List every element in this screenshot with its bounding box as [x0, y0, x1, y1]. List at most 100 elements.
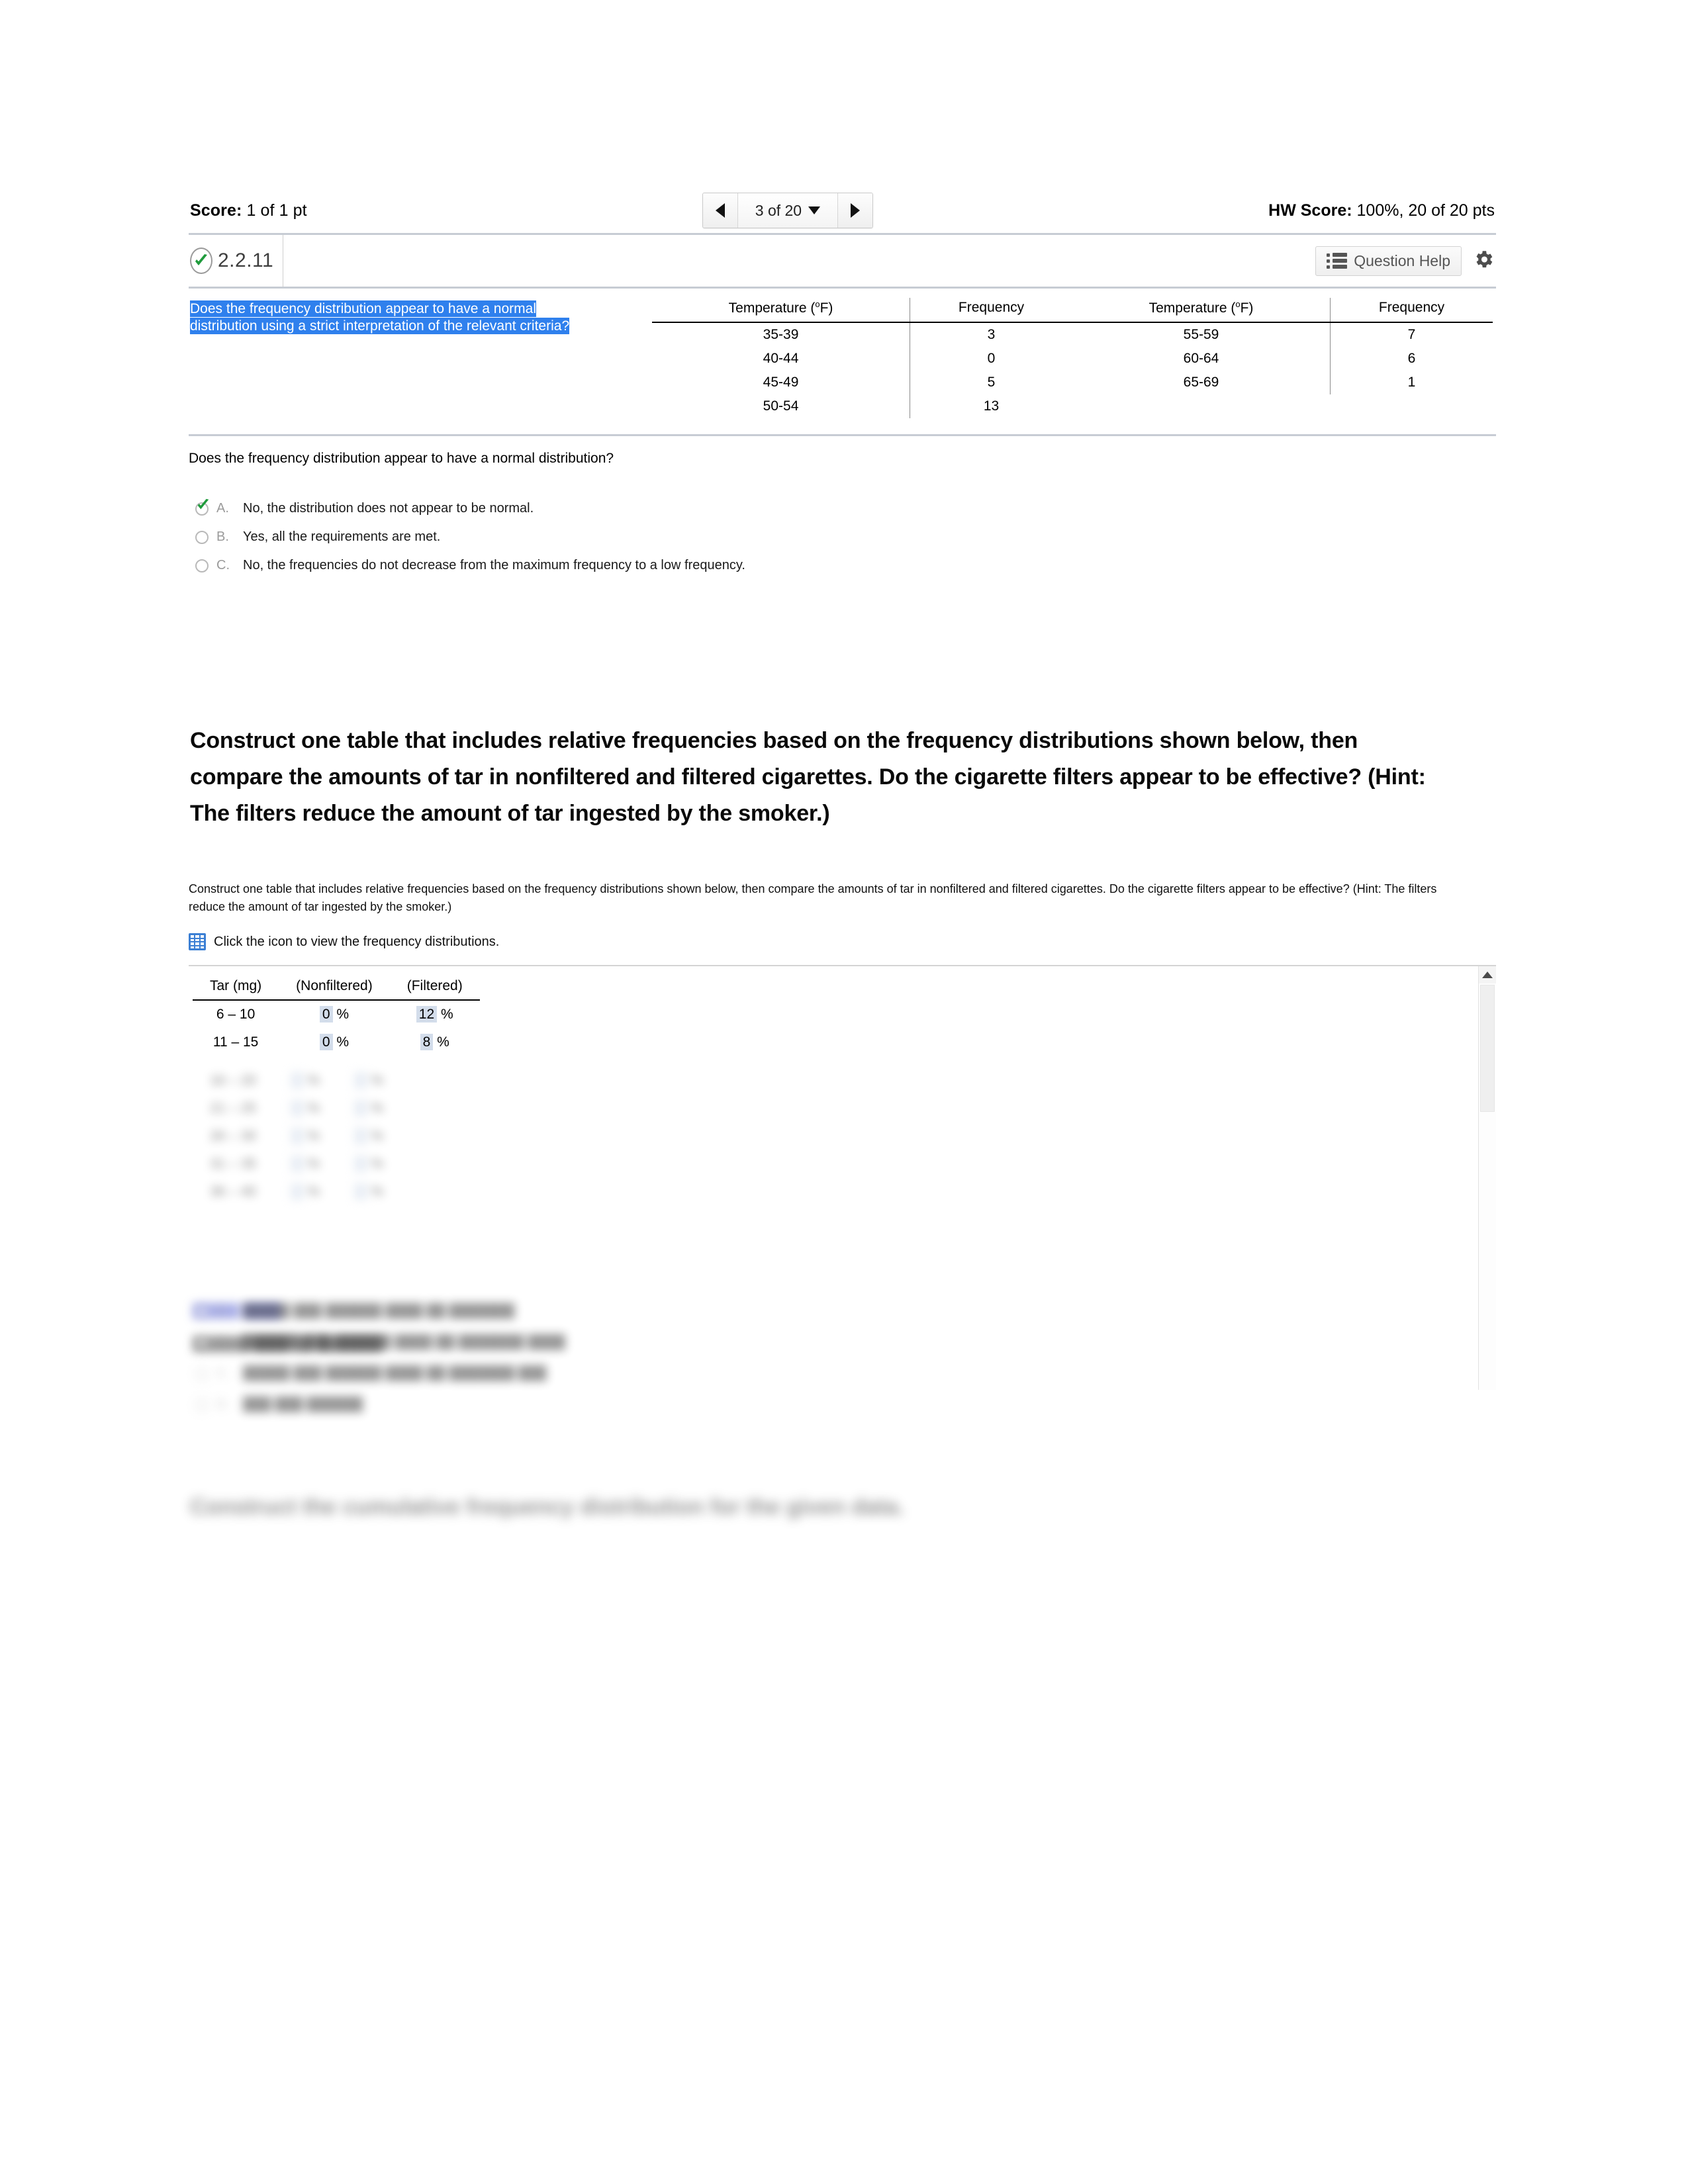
table-row: 40-44 0 60-64 6	[652, 347, 1493, 371]
view-distributions-link[interactable]: Click the icon to view the frequency dis…	[189, 916, 1496, 950]
question-pager[interactable]: 3 of 20	[702, 193, 874, 228]
question-header-actions: Question Help	[1315, 246, 1496, 276]
question-header: 2.2.11 Question Help	[189, 233, 1496, 289]
choice-text-c: No, the frequencies do not decrease from…	[243, 558, 745, 572]
hw-score-label: HW Score:	[1268, 201, 1352, 220]
triangle-right-icon	[851, 203, 861, 218]
radio-button-a[interactable]	[195, 498, 209, 516]
cell-tar-range: 11 – 15	[212, 1034, 259, 1050]
score-display: Score: 1 of 1 pt	[190, 201, 307, 220]
question-help-label: Question Help	[1354, 251, 1450, 269]
score-label: Score:	[190, 201, 242, 220]
cell-nonfiltered: 0 %	[279, 1028, 390, 1056]
cell-frequency-1: 3	[910, 322, 1072, 347]
triangle-left-icon	[715, 203, 725, 218]
gear-icon[interactable]	[1472, 248, 1495, 274]
table-grid-icon[interactable]	[189, 933, 206, 950]
table-header-row: Temperature (oF) Frequency Temperature (…	[652, 298, 1493, 323]
table-row: 35-39 3 55-59 7	[652, 322, 1493, 347]
question-help-button[interactable]: Question Help	[1315, 246, 1462, 276]
cell-temperature-1: 50-54	[763, 398, 799, 414]
question-number-cell: 2.2.11	[189, 235, 284, 287]
choice-letter-c: C.	[216, 558, 230, 572]
answer-choice-a[interactable]: A. No, the distribution does not appear …	[189, 494, 1496, 523]
cell-temperature-2: 65-69	[1183, 375, 1219, 390]
col-header-frequency-2: Frequency	[1330, 298, 1493, 323]
cell-temperature-1: 35-39	[763, 327, 799, 342]
cell-nonfiltered: 0 %	[279, 1000, 390, 1028]
table-row: 50-54 13	[652, 394, 1493, 418]
col-header-tar: Tar (mg)	[193, 977, 279, 1001]
obscured-bottom-heading: Construct the cumulative frequency distr…	[190, 1494, 904, 1520]
cell-frequency-1: 5	[910, 371, 1072, 394]
prev-question-button[interactable]	[702, 193, 738, 228]
cell-frequency-2: 7	[1330, 322, 1493, 347]
col-header-filtered: (Filtered)	[389, 977, 480, 1001]
choice-letter-b: B.	[216, 529, 229, 544]
cell-temperature-2: 55-59	[1183, 327, 1219, 342]
cell-frequency-2: 1	[1330, 371, 1493, 394]
section-heading: Construct one table that includes relati…	[190, 728, 1426, 827]
answer-input-nonfiltered-2[interactable]: 0	[319, 1034, 333, 1050]
cell-frequency-2	[1331, 394, 1493, 418]
question-position-label: 3 of 20	[755, 201, 802, 219]
col-header-temperature-2: Temperature (oF)	[1072, 298, 1331, 323]
next-question-button[interactable]	[837, 193, 873, 228]
table-header-row: Tar (mg) (Nonfiltered) (Filtered)	[193, 977, 480, 1001]
scroll-up-arrow-icon[interactable]	[1479, 966, 1496, 983]
page-root: Score: 1 of 1 pt 3 of 20 HW Score: 100%,…	[0, 0, 1688, 2184]
col-header-temperature-1: Temperature (oF)	[652, 298, 910, 323]
obscured-answer-choices: A. █████ ███ ██████ ████ ██ ███████ B. ███…	[189, 1296, 1115, 1420]
cell-filtered: 8 %	[390, 1028, 480, 1056]
caret-down-icon	[808, 206, 821, 214]
question-1-block: Score: 1 of 1 pt 3 of 20 HW Score: 100%,…	[189, 192, 1496, 580]
radio-button-b[interactable]	[195, 531, 209, 544]
list-icon	[1327, 253, 1348, 269]
answer-choice-c[interactable]: C. No, the frequencies do not decrease f…	[189, 551, 1496, 580]
score-value: 1 of 1 pt	[246, 201, 307, 220]
temperature-frequency-table: Temperature (oF) Frequency Temperature (…	[652, 298, 1493, 418]
col-header-nonfiltered: (Nonfiltered)	[279, 977, 390, 1001]
table-row: 6 – 10 0 % 12 %	[193, 1000, 480, 1028]
percent-sign: %	[437, 1034, 449, 1050]
col-header-frequency-1: Frequency	[910, 298, 1072, 323]
percent-sign: %	[336, 1034, 350, 1050]
cell-tar-range: 6 – 10	[216, 1007, 256, 1022]
choice-text-b: Yes, all the requirements are met.	[243, 529, 441, 544]
scrollbar-thumb[interactable]	[1480, 985, 1495, 1112]
answer-input-filtered-2[interactable]: 8	[420, 1034, 434, 1050]
table-row: 11 – 15 0 % 8 %	[193, 1028, 480, 1056]
cell-frequency-1: 13	[910, 394, 1072, 418]
answer-choice-b[interactable]: B. Yes, all the requirements are met.	[189, 523, 1496, 551]
cell-temperature-2	[1072, 394, 1331, 418]
hw-score-display: HW Score: 100%, 20 of 20 pts	[1268, 201, 1495, 220]
question-body: Does the frequency distribution appear t…	[189, 289, 1496, 429]
answer-choice-list: A. No, the distribution does not appear …	[189, 467, 1496, 580]
table-row: 45-49 5 65-69 1	[652, 371, 1493, 394]
hw-score-value: 100%, 20 of 20 pts	[1356, 201, 1495, 220]
score-bar: Score: 1 of 1 pt 3 of 20 HW Score: 100%,…	[189, 192, 1496, 233]
sub-question-text: Does the frequency distribution appear t…	[189, 451, 614, 466]
green-check-icon	[196, 498, 211, 516]
view-distributions-label: Click the icon to view the frequency dis…	[214, 934, 500, 949]
question-2-prompt: Construct one table that includes relati…	[189, 882, 1437, 913]
obscured-table-rows: 16 – 20 % % 21 – 25 % % 26 – 30 % % 31 –…	[210, 1072, 384, 1200]
tar-relative-frequency-table: Tar (mg) (Nonfiltered) (Filtered) 6 – 10…	[193, 977, 480, 1056]
cell-frequency-2: 6	[1330, 347, 1493, 371]
cell-temperature-1: 40-44	[763, 351, 799, 366]
cell-temperature-1: 45-49	[763, 375, 799, 390]
percent-sign: %	[336, 1007, 350, 1022]
highlighted-prompt: Does the frequency distribution appear t…	[190, 300, 570, 334]
question-selector[interactable]: 3 of 20	[737, 193, 838, 228]
question-number: 2.2.11	[218, 250, 274, 271]
cell-filtered: 12 %	[390, 1000, 480, 1028]
answer-input-nonfiltered-1[interactable]: 0	[319, 1006, 333, 1023]
choice-text-a: No, the distribution does not appear to …	[243, 501, 534, 516]
answer-input-filtered-1[interactable]: 12	[416, 1006, 438, 1023]
green-check-icon	[190, 248, 212, 274]
panel-scrollbar[interactable]	[1478, 966, 1496, 1390]
cell-frequency-1: 0	[910, 347, 1072, 371]
choice-letter-a: A.	[216, 501, 229, 516]
radio-button-c[interactable]	[195, 559, 209, 572]
cell-temperature-2: 60-64	[1183, 351, 1219, 366]
